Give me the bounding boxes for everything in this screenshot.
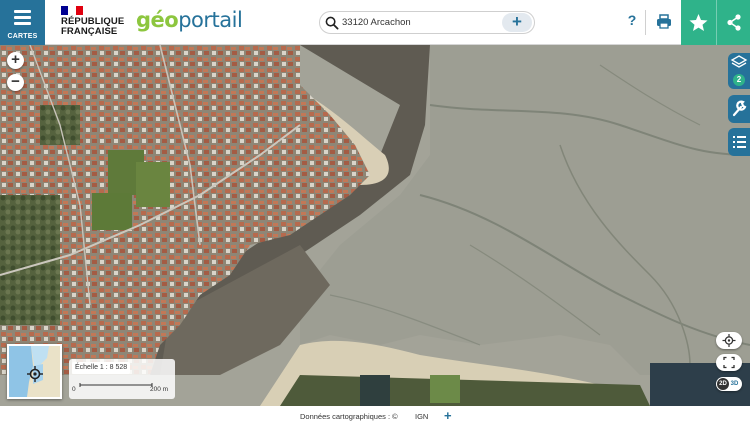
footer-bar: Données cartographiques : © IGN +	[0, 406, 750, 427]
hamburger-icon	[14, 10, 31, 25]
search-bar: +	[319, 11, 535, 34]
view-2d-3d-toggle[interactable]: 2D 3D	[716, 377, 742, 391]
wrench-icon	[732, 100, 747, 117]
map-credits-text: Données cartographiques : ©	[300, 412, 398, 421]
geolocate-button[interactable]	[716, 332, 742, 349]
list-icon	[733, 136, 746, 148]
french-flag-icon	[61, 6, 83, 15]
geoportail-app: CARTES RÉPUBLIQUE FRANÇAISE géoportail +…	[0, 0, 750, 427]
scale-bar-start: 0	[72, 386, 76, 393]
crosshair-icon	[722, 334, 736, 347]
header-divider	[645, 10, 646, 35]
brand-geo-text: géo	[136, 8, 179, 32]
toggle-2d-label: 2D	[717, 378, 729, 390]
cartes-menu-label: CARTES	[7, 33, 38, 40]
share-button[interactable]	[716, 0, 750, 45]
layers-button[interactable]: 2	[728, 53, 750, 89]
geoportail-logo[interactable]: géoportail	[136, 8, 243, 32]
location-target-icon	[27, 366, 43, 382]
layers-icon	[730, 55, 748, 68]
republique-francaise-logo[interactable]: RÉPUBLIQUE FRANÇAISE	[61, 6, 129, 40]
scale-bar	[79, 383, 153, 387]
top-header: CARTES RÉPUBLIQUE FRANÇAISE géoportail +…	[0, 0, 750, 45]
search-add-button[interactable]: +	[502, 13, 532, 32]
fullscreen-icon	[723, 356, 735, 369]
scale-label: Échelle 1 : 8 528	[72, 362, 131, 374]
zoom-out-button[interactable]: −	[7, 74, 24, 91]
help-button[interactable]: ?	[623, 12, 641, 32]
star-icon	[689, 14, 708, 31]
printer-icon	[657, 14, 671, 29]
ign-credit-link[interactable]: IGN	[415, 412, 428, 421]
more-credits-button[interactable]: +	[444, 408, 452, 423]
map-view[interactable]: + − 2 Échelle 1: 8 528 0 200 m 2D 3D	[0, 45, 750, 406]
cartes-menu-button[interactable]: CARTES	[0, 0, 45, 45]
republique-line-2: FRANÇAISE	[61, 26, 118, 37]
print-button[interactable]	[653, 12, 675, 32]
favorite-button[interactable]	[681, 0, 716, 45]
legend-list-button[interactable]	[728, 128, 750, 156]
brand-portail-text: portail	[178, 8, 243, 32]
scale-bar-end: 200 m	[150, 386, 169, 393]
layers-count-badge: 2	[733, 74, 745, 86]
share-icon	[727, 14, 741, 31]
overview-minimap[interactable]	[7, 344, 62, 399]
tools-button[interactable]	[728, 95, 750, 123]
toggle-3d-label: 3D	[730, 381, 739, 387]
search-icon	[325, 16, 339, 30]
zoom-in-button[interactable]: +	[7, 52, 24, 69]
search-input[interactable]	[342, 14, 492, 31]
fullscreen-button[interactable]	[716, 354, 742, 371]
aerial-imagery	[0, 45, 750, 406]
